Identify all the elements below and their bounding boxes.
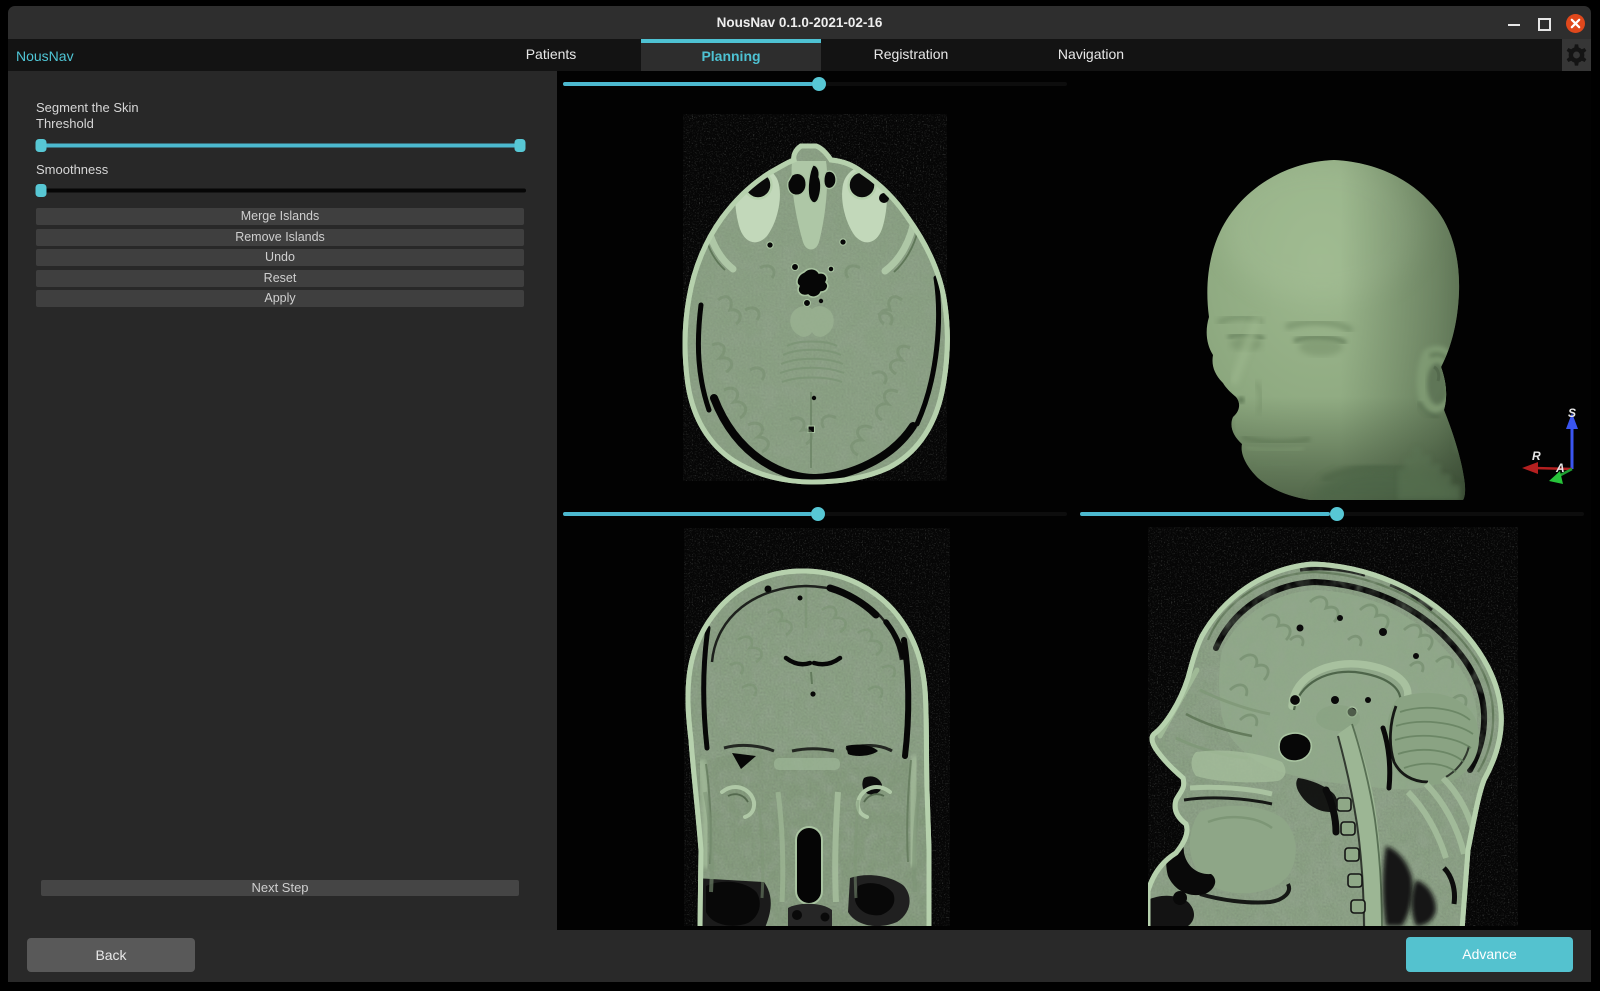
svg-text:A: A	[1555, 461, 1565, 475]
svg-text:S: S	[1568, 406, 1576, 420]
svg-text:R: R	[1532, 449, 1541, 463]
